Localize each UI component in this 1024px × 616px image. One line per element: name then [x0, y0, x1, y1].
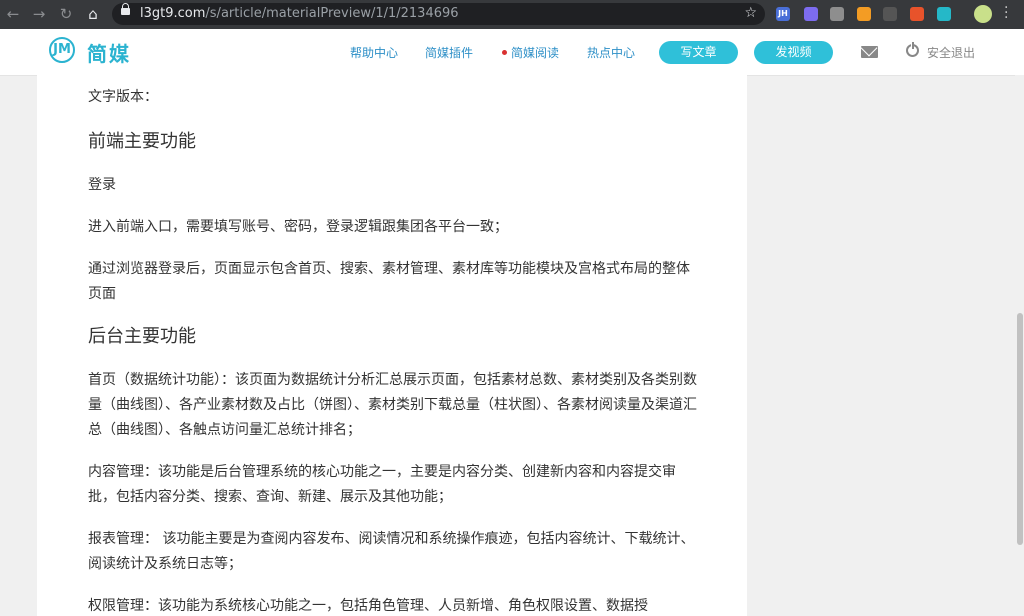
paragraph-login: 登录: [88, 177, 116, 193]
browser-toolbar: ← → ↻ ⌂ l3gt9.com/s/article/materialPrev…: [0, 0, 1024, 29]
section-heading-backend: 后台主要功能: [88, 326, 196, 347]
lock-icon: [121, 3, 130, 15]
nav-help-center[interactable]: 帮助中心: [350, 44, 398, 61]
section-heading-frontend: 前端主要功能: [88, 131, 196, 152]
site-header: JM 简媒 帮助中心 简媒插件 简媒阅读 热点中心 写文章 发视频 安全退出: [0, 29, 1024, 76]
browser-menu-icon[interactable]: · · ·: [1004, 1, 1008, 25]
back-icon[interactable]: ←: [4, 5, 22, 23]
paragraph-content-management: 内容管理：该功能是后台管理系统的核心功能之一，主要是内容分类、创建新内容和内容提…: [88, 464, 676, 505]
post-video-button[interactable]: 发视频: [754, 41, 833, 64]
active-dot-icon: [502, 50, 507, 55]
write-article-button[interactable]: 写文章: [659, 41, 738, 64]
jh-extension-icon[interactable]: JH: [776, 7, 790, 21]
nav-reading[interactable]: 简媒阅读: [511, 44, 559, 61]
address-bar[interactable]: l3gt9.com/s/article/materialPreview/1/1/…: [112, 3, 765, 25]
power-icon[interactable]: [906, 42, 919, 57]
x-extension-icon[interactable]: [910, 7, 924, 21]
paragraph-report-management: 报表管理： 该功能主要是为查阅内容发布、阅读情况和系统操作痕迹，包括内容统计、下…: [88, 531, 695, 572]
logo-icon[interactable]: JM: [49, 37, 75, 63]
reload-icon[interactable]: ↻: [57, 5, 75, 23]
home-icon[interactable]: ⌂: [84, 5, 102, 23]
article-panel: 文字版本： 前端主要功能 登录 进入前端入口，需要填写账号、密码，登录逻辑跟集团…: [37, 75, 747, 616]
paragraph-permission-management: 权限管理：该功能为系统核心功能之一，包括角色管理、人员新增、角色权限设置、数据授: [88, 598, 648, 614]
qr-extension-icon[interactable]: [883, 7, 897, 21]
logout-link[interactable]: 安全退出: [927, 44, 975, 61]
mail-icon[interactable]: [861, 46, 878, 58]
gear-extension-icon[interactable]: [830, 7, 844, 21]
page-scrollbar[interactable]: [1015, 75, 1024, 616]
orange-extension-icon[interactable]: [857, 7, 871, 21]
article-content: 文字版本： 前端主要功能 登录 进入前端入口，需要填写账号、密码，登录逻辑跟集团…: [88, 85, 698, 616]
logo-text[interactable]: 简媒: [87, 38, 131, 67]
paragraph-browser-login: 通过浏览器登录后，页面显示包含首页、搜索、素材管理、素材库等功能模块及宫格式布局…: [88, 261, 690, 302]
paragraph-login-detail: 进入前端入口，需要填写账号、密码，登录逻辑跟集团各平台一致；: [88, 219, 508, 235]
circle-extension-icon[interactable]: [804, 7, 818, 21]
nav-plugin[interactable]: 简媒插件: [425, 44, 473, 61]
url-text: l3gt9.com/s/article/materialPreview/1/1/…: [140, 6, 459, 21]
bookmark-star-icon[interactable]: ☆: [744, 5, 757, 21]
scrollbar-thumb[interactable]: [1017, 313, 1023, 545]
forward-icon[interactable]: →: [30, 5, 48, 23]
paragraph-homepage: 首页（数据统计功能）：该页面为数据统计分析汇总展示页面，包括素材总数、素材类别及…: [88, 372, 697, 438]
profile-avatar[interactable]: [974, 5, 992, 23]
intro-text: 文字版本：: [88, 89, 158, 105]
nav-hot-center[interactable]: 热点中心: [587, 44, 635, 61]
teal-extension-icon[interactable]: [937, 7, 951, 21]
